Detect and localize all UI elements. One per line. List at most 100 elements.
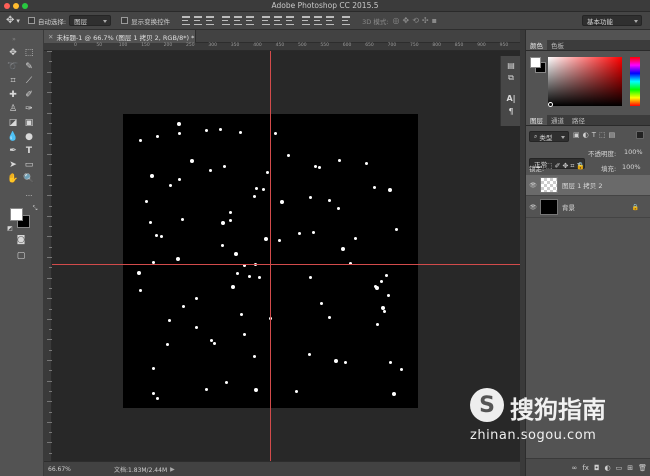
close-tab-icon[interactable]: ✕ — [48, 33, 53, 41]
path-select-tool-icon[interactable]: ➤ — [6, 159, 20, 171]
mode-3d-icons[interactable]: ◎✥⟲✣▪ — [393, 15, 441, 27]
quick-mask-icon[interactable]: ◙ — [14, 234, 28, 246]
screen-mode-icon[interactable]: ▢ — [14, 250, 28, 262]
tab-layers[interactable]: 图层 — [526, 115, 547, 125]
filter-toggle-icon[interactable] — [636, 131, 644, 139]
show-transform-checkbox[interactable]: 显示变换控件 — [121, 15, 170, 27]
layer-style-icon[interactable]: fx — [582, 464, 589, 472]
layer-thumbnail-transparent — [540, 177, 558, 193]
crop-tool-icon[interactable]: ⌗ — [6, 75, 20, 87]
move-tool-icon[interactable]: ✥ — [6, 15, 14, 27]
delete-layer-icon[interactable]: 🗑 — [638, 464, 647, 472]
visibility-eye-icon[interactable]: 👁 — [526, 182, 540, 189]
lasso-tool-icon[interactable]: ➰ — [6, 61, 20, 73]
align-right-icon[interactable] — [246, 16, 255, 25]
brush-tool-icon[interactable]: ✐ — [22, 89, 36, 101]
blur-tool-icon[interactable]: 💧 — [6, 131, 20, 143]
status-menu-arrow-icon[interactable]: ▶ — [170, 466, 175, 473]
eyedropper-tool-icon[interactable]: ⟋ — [22, 75, 36, 87]
document-tab[interactable]: ✕ 未标题-1 @ 66.7% (图层 1 拷贝 2, RGB/8*) * — [44, 30, 196, 43]
healing-brush-tool-icon[interactable]: ✚ — [6, 89, 20, 101]
pen-tool-icon[interactable]: ✒ — [6, 145, 20, 157]
layer-row-background[interactable]: 👁 背景 🔒 — [526, 197, 650, 218]
horizontal-guide[interactable] — [52, 264, 520, 265]
distribute-left-icon[interactable] — [302, 16, 311, 25]
layer-kind-label: 类型 — [539, 133, 553, 142]
gradient-tool-icon[interactable]: ▣ — [22, 117, 36, 129]
vertical-ruler — [44, 51, 52, 461]
hue-slider[interactable] — [630, 57, 640, 106]
opacity-input[interactable]: 100% — [624, 148, 643, 156]
distribute-right-icon[interactable] — [326, 16, 335, 25]
color-spectrum-field[interactable] — [548, 57, 622, 106]
star-dot — [294, 390, 298, 394]
tab-color[interactable]: 颜色 — [526, 40, 547, 50]
auto-align-icon[interactable] — [342, 16, 351, 25]
color-panel-foreground-swatch[interactable] — [530, 57, 541, 68]
align-hcenter-icon[interactable] — [234, 16, 243, 25]
distribute-vcenter-icon[interactable] — [274, 16, 283, 25]
ruler-tick-label: 550 — [320, 43, 329, 48]
star-dot — [167, 319, 171, 323]
tab-channels[interactable]: 通道 — [547, 115, 568, 125]
tab-paths[interactable]: 路径 — [568, 115, 589, 125]
visibility-eye-icon[interactable]: 👁 — [526, 204, 540, 211]
layer-filter-icons[interactable]: ▣◐T⬚▤ — [573, 131, 618, 139]
align-left-icon[interactable] — [222, 16, 231, 25]
character-panel-icon[interactable]: A| — [504, 92, 518, 104]
color-picker-marker[interactable] — [548, 102, 553, 107]
star-dot — [252, 355, 256, 359]
zoom-level[interactable]: 66.67% — [48, 466, 100, 473]
star-dot — [388, 361, 392, 365]
lock-icon: 🔒 — [631, 203, 639, 211]
history-panel-icon[interactable]: ▤ — [504, 59, 518, 71]
auto-select-checkbox[interactable]: 自动选择: — [27, 15, 67, 27]
move-tool-icon[interactable]: ✥ — [6, 47, 20, 59]
distribute-bottom-icon[interactable] — [286, 16, 295, 25]
auto-select-label: 自动选择: — [37, 17, 67, 26]
type-tool-icon[interactable]: T — [22, 145, 36, 157]
clone-stamp-tool-icon[interactable]: ♙ — [6, 103, 20, 115]
tools-collapse-icon[interactable]: » — [7, 36, 21, 43]
align-vcenter-icon[interactable] — [194, 16, 203, 25]
history-brush-tool-icon[interactable]: ✑ — [22, 103, 36, 115]
edit-toolbar-icon[interactable]: ··· — [22, 190, 36, 202]
star-dot — [145, 199, 149, 203]
vertical-guide[interactable] — [270, 51, 271, 461]
quick-select-tool-icon[interactable]: ✎ — [22, 61, 36, 73]
hand-tool-icon[interactable]: ✋ — [6, 173, 20, 185]
link-layers-icon[interactable]: ∞ — [572, 464, 578, 472]
ruler-tick-label: 200 — [163, 43, 173, 48]
document-workspace[interactable] — [52, 51, 520, 461]
swap-colors-icon[interactable]: ⤡ — [28, 203, 42, 215]
new-layer-icon[interactable]: ⊞ — [627, 464, 633, 472]
fill-input[interactable]: 100% — [622, 163, 641, 171]
layer-row-copy[interactable]: 👁 图层 1 拷贝 2 — [526, 175, 650, 196]
align-top-icon[interactable] — [182, 16, 191, 25]
distribute-top-icon[interactable] — [262, 16, 271, 25]
auto-select-dropdown[interactable]: 图层 — [69, 15, 112, 26]
marquee-tool-icon[interactable]: ⬚ — [22, 47, 36, 59]
tab-swatches[interactable]: 色板 — [547, 40, 568, 50]
properties-panel-icon[interactable]: ⧉ — [504, 72, 518, 84]
default-colors-icon[interactable]: ◩ — [3, 222, 17, 234]
new-group-icon[interactable]: ▭ — [616, 464, 623, 472]
paragraph-panel-icon[interactable]: ¶ — [504, 105, 518, 117]
add-mask-icon[interactable]: ◘ — [594, 464, 600, 472]
color-panel-header: 颜色 色板 — [526, 40, 650, 51]
layer-name: 图层 1 拷贝 2 — [562, 182, 603, 190]
adjustment-layer-icon[interactable]: ◐ — [605, 464, 611, 472]
eraser-tool-icon[interactable]: ◪ — [6, 117, 20, 129]
star-dot — [156, 135, 160, 139]
zoom-tool-icon[interactable]: 🔍 — [22, 173, 36, 185]
lock-icons[interactable]: ⬚✐✥⌗🔒 — [546, 162, 587, 171]
workspace-dropdown[interactable]: 基本功能 — [582, 15, 642, 26]
dodge-tool-icon[interactable]: ● — [22, 131, 36, 143]
foreground-color-swatch[interactable] — [10, 208, 23, 221]
shape-tool-icon[interactable]: ▭ — [22, 159, 36, 171]
layer-kind-filter[interactable]: ⌕ 类型 — [529, 131, 569, 142]
align-bottom-icon[interactable] — [206, 16, 215, 25]
star-dot — [261, 187, 265, 191]
tool-preset-chevron-icon[interactable]: ▾ — [16, 15, 20, 27]
distribute-hcenter-icon[interactable] — [314, 16, 323, 25]
